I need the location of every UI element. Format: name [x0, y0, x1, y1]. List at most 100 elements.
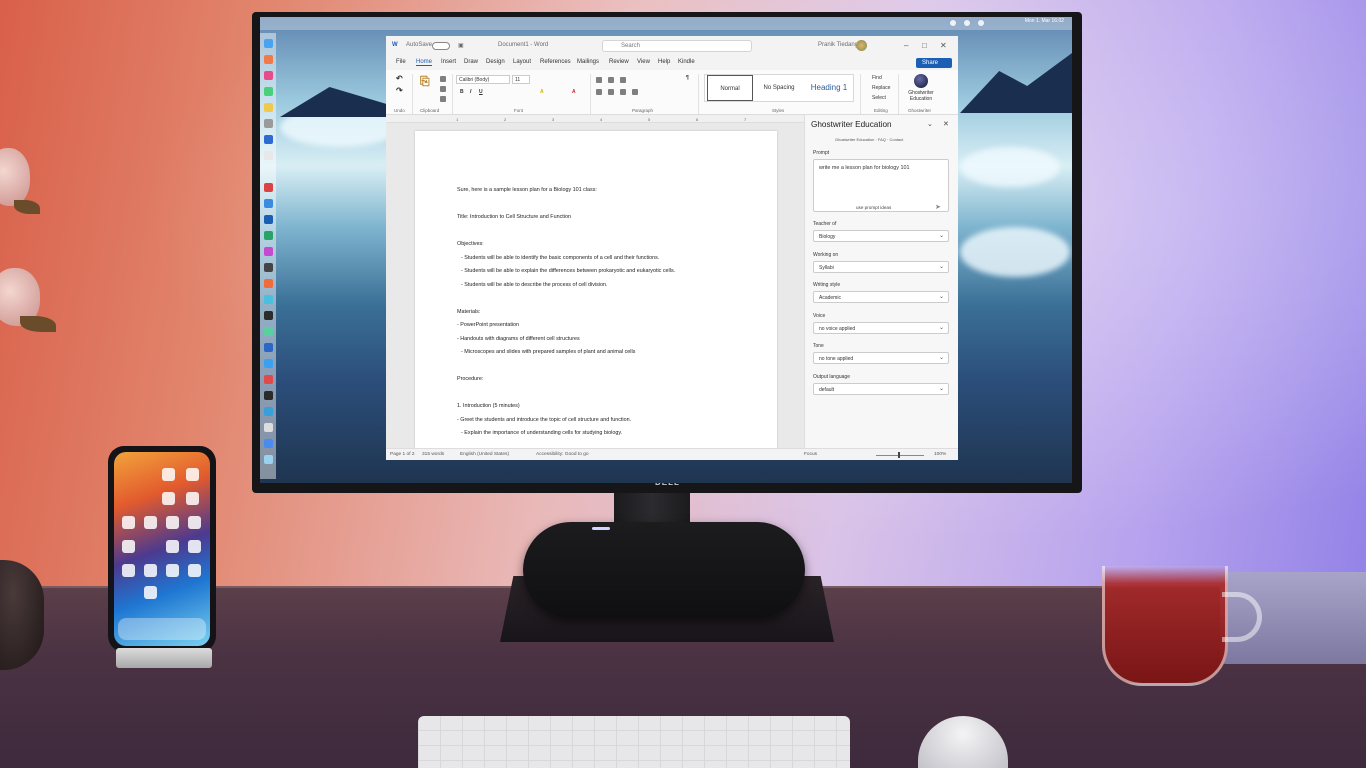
language-status[interactable]: English (United States): [460, 452, 509, 457]
dock-app-icon[interactable]: [264, 231, 273, 240]
dock-app-icon[interactable]: [264, 199, 273, 208]
pane-subtitle[interactable]: Ghostwriter Education · FAQ · Contact: [835, 137, 903, 142]
autosave-toggle[interactable]: [432, 42, 450, 50]
numbering-icon[interactable]: [608, 77, 614, 83]
dock-app-icon[interactable]: [264, 359, 273, 368]
redo-icon[interactable]: ↷: [396, 86, 403, 95]
minimize-icon[interactable]: –: [904, 41, 908, 50]
tab-insert[interactable]: Insert: [441, 59, 456, 65]
search-field[interactable]: Search: [602, 40, 752, 52]
tab-file[interactable]: File: [396, 59, 406, 65]
justify-icon[interactable]: [632, 89, 638, 95]
dock-app-icon[interactable]: [264, 71, 273, 80]
save-icon[interactable]: ▣: [458, 42, 464, 49]
dock-app-icon[interactable]: [264, 119, 273, 128]
underline-icon[interactable]: U: [479, 89, 483, 95]
dock-app-icon[interactable]: [264, 423, 273, 432]
paste-icon[interactable]: ⎘: [420, 74, 430, 89]
writing-style-select[interactable]: Academic ⌄: [813, 291, 949, 303]
font-name-select[interactable]: Calibri (Body): [456, 75, 510, 84]
dock-app-icon[interactable]: [264, 407, 273, 416]
output-language-select[interactable]: default ⌄: [813, 383, 949, 395]
tab-mailings[interactable]: Mailings: [577, 59, 599, 65]
share-button[interactable]: Share: [916, 58, 952, 68]
dock-app-icon[interactable]: [264, 375, 273, 384]
dock-app-icon[interactable]: [264, 455, 273, 464]
style-normal[interactable]: Normal: [707, 75, 753, 101]
user-name[interactable]: Pranik Tiedang: [818, 42, 858, 48]
tone-select[interactable]: no tone applied ⌄: [813, 352, 949, 364]
find-button[interactable]: Find: [872, 75, 882, 81]
dock-app-icon[interactable]: [264, 183, 273, 192]
ghostwriter-ribbon-button[interactable]: Ghostwriter Education: [903, 90, 939, 102]
focus-button[interactable]: Focus: [804, 452, 817, 457]
copy-icon[interactable]: [440, 86, 446, 92]
tab-view[interactable]: View: [637, 59, 650, 65]
align-center-icon[interactable]: [608, 89, 614, 95]
format-painter-icon[interactable]: [440, 96, 446, 102]
prompt-input[interactable]: write me a lesson plan for biology 101 u…: [813, 159, 949, 212]
align-left-icon[interactable]: [596, 89, 602, 95]
dock-app-icon[interactable]: [264, 263, 273, 272]
replace-button[interactable]: Replace: [872, 85, 890, 91]
dock-app-icon[interactable]: [264, 103, 273, 112]
bullets-icon[interactable]: [596, 77, 602, 83]
dock-app-icon[interactable]: [264, 391, 273, 400]
wifi-icon[interactable]: [964, 20, 970, 26]
tab-layout[interactable]: Layout: [513, 59, 531, 65]
style-no-spacing[interactable]: No Spacing: [755, 75, 803, 101]
font-color-icon[interactable]: A: [572, 89, 576, 95]
tab-references[interactable]: References: [540, 59, 571, 65]
maximize-icon[interactable]: □: [922, 41, 927, 50]
show-marks-icon[interactable]: ¶: [686, 75, 689, 81]
menubar-clock[interactable]: Mon 1. Mar 16:02: [1025, 18, 1064, 24]
font-size-select[interactable]: 11: [512, 75, 530, 84]
send-icon[interactable]: ➤: [935, 203, 941, 211]
dock-app-icon[interactable]: [264, 247, 273, 256]
zoom-slider-thumb[interactable]: [898, 452, 900, 458]
dock-app-icon[interactable]: [264, 39, 273, 48]
dock-app-icon[interactable]: [264, 439, 273, 448]
tab-help[interactable]: Help: [658, 59, 670, 65]
zoom-slider[interactable]: [876, 455, 924, 456]
select-button[interactable]: Select: [872, 95, 886, 101]
search-icon[interactable]: [978, 20, 984, 26]
multilevel-list-icon[interactable]: [620, 77, 626, 83]
chevron-down-icon[interactable]: ⌄: [927, 120, 933, 128]
tab-home[interactable]: Home: [416, 59, 433, 66]
ghostwriter-logo-icon[interactable]: [914, 74, 928, 88]
highlight-icon[interactable]: A: [540, 89, 544, 95]
dock-app-icon[interactable]: [264, 279, 273, 288]
dock-app-icon[interactable]: [264, 87, 273, 96]
document-page[interactable]: Sure, here is a sample lesson plan for a…: [415, 131, 777, 460]
tab-design[interactable]: Design: [486, 59, 505, 65]
voice-select[interactable]: no voice applied ⌄: [813, 322, 949, 334]
undo-icon[interactable]: ↶: [396, 74, 403, 83]
teacher-of-select[interactable]: Biology ⌄: [813, 230, 949, 242]
close-icon[interactable]: ✕: [943, 120, 949, 128]
avatar[interactable]: [856, 40, 867, 51]
prompt-ideas-link[interactable]: use prompt ideas: [856, 205, 891, 210]
dock-app-icon[interactable]: [264, 151, 273, 160]
close-icon[interactable]: ✕: [940, 41, 947, 50]
tab-draw[interactable]: Draw: [464, 59, 478, 65]
dock-app-icon[interactable]: [264, 295, 273, 304]
page-count[interactable]: Page 1 of 2: [390, 452, 415, 457]
align-right-icon[interactable]: [620, 89, 626, 95]
cut-icon[interactable]: [440, 76, 446, 82]
dock-app-icon[interactable]: [264, 327, 273, 336]
working-on-select[interactable]: Syllabi ⌄: [813, 261, 949, 273]
dock-app-icon[interactable]: [264, 311, 273, 320]
tab-kindle[interactable]: Kindle: [678, 59, 695, 65]
bold-icon[interactable]: B: [460, 89, 464, 95]
zoom-level[interactable]: 100%: [934, 452, 946, 457]
tab-review[interactable]: Review: [609, 59, 629, 65]
style-heading-1[interactable]: Heading 1: [805, 75, 853, 101]
control-center-icon[interactable]: [950, 20, 956, 26]
word-count[interactable]: 315 words: [422, 452, 444, 457]
accessibility-status[interactable]: Accessibility: Good to go: [536, 452, 589, 457]
dock-app-icon[interactable]: [264, 135, 273, 144]
dock-app-icon[interactable]: [264, 215, 273, 224]
italic-icon[interactable]: I: [470, 89, 471, 95]
dock-app-icon[interactable]: [264, 343, 273, 352]
